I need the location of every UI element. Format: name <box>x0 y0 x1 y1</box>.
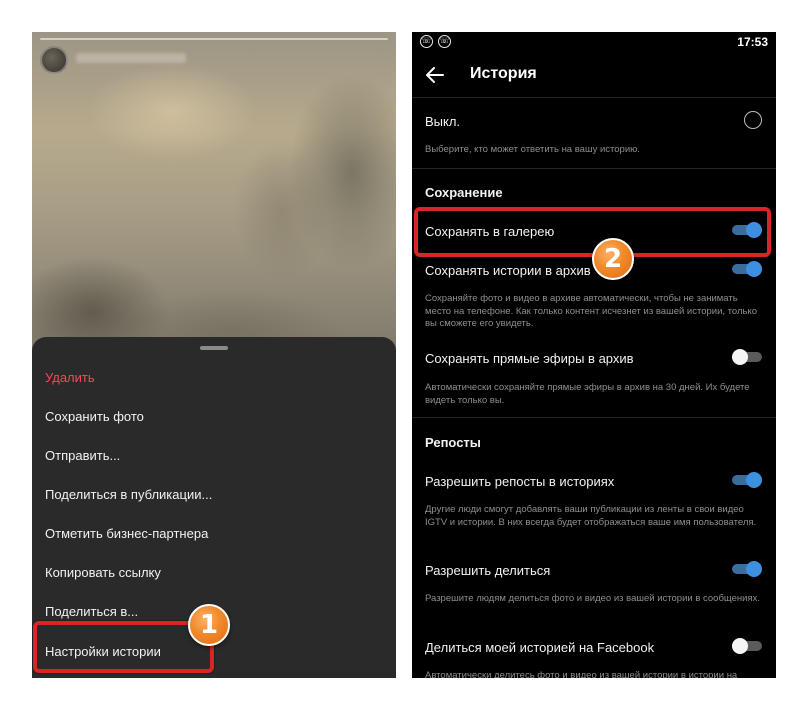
menu-item-delete[interactable]: Удалить <box>45 370 95 385</box>
divider <box>412 417 776 418</box>
section-title-reposts: Репосты <box>425 435 481 450</box>
viber-icon: ☏ <box>438 35 451 48</box>
reply-off-description: Выберите, кто может ответить на вашу ист… <box>425 144 640 155</box>
story-image <box>32 32 396 362</box>
divider <box>412 168 776 169</box>
save-live-description: Автоматически сохраняйте прямые эфиры в … <box>425 382 750 406</box>
menu-item-share-to[interactable]: Поделиться в... <box>45 604 138 619</box>
status-time: 17:53 <box>737 35 768 49</box>
avatar[interactable] <box>40 46 68 74</box>
story-progress-bar <box>40 38 388 40</box>
menu-item-send[interactable]: Отправить... <box>45 448 120 463</box>
allow-sharing-label[interactable]: Разрешить делиться <box>425 563 550 578</box>
viber-icon: ☏ <box>420 35 433 48</box>
save-to-archive-toggle[interactable] <box>732 261 762 277</box>
section-title-saving: Сохранение <box>425 185 503 200</box>
left-phone-screen: Удалить Сохранить фото Отправить... Поде… <box>32 32 396 678</box>
save-to-archive-label[interactable]: Сохранять истории в архив <box>425 263 591 278</box>
allow-sharing-description: Разрешите людям делиться фото и видео из… <box>425 593 760 604</box>
share-facebook-toggle[interactable] <box>732 638 762 654</box>
step-badge-1: 1 <box>188 604 230 646</box>
reply-off-radio[interactable] <box>744 111 762 129</box>
highlight-story-settings <box>33 621 214 673</box>
status-bar: ☏ ☏ 17:53 <box>412 32 776 52</box>
allow-reposts-toggle[interactable] <box>732 472 762 488</box>
back-arrow-icon[interactable] <box>424 64 446 86</box>
reply-off-label[interactable]: Выкл. <box>425 114 460 129</box>
save-live-toggle[interactable] <box>732 349 762 365</box>
allow-sharing-toggle[interactable] <box>732 561 762 577</box>
menu-item-share-to-post[interactable]: Поделиться в публикации... <box>45 487 212 502</box>
allow-reposts-description: Другие люди смогут добавлять ваши публик… <box>425 504 757 528</box>
menu-item-save-photo[interactable]: Сохранить фото <box>45 409 144 424</box>
page-title: История <box>470 65 537 82</box>
story-username-blurred <box>76 53 186 63</box>
share-facebook-label[interactable]: Делиться моей историей на Facebook <box>425 640 654 655</box>
save-live-label[interactable]: Сохранять прямые эфиры в архив <box>425 351 634 366</box>
app-header: История <box>412 52 776 98</box>
sheet-drag-handle[interactable] <box>200 346 228 350</box>
menu-item-tag-business-partner[interactable]: Отметить бизнес-партнера <box>45 526 208 541</box>
menu-item-copy-link[interactable]: Копировать ссылку <box>45 565 161 580</box>
step-badge-2: 2 <box>592 238 634 280</box>
save-to-archive-description: Сохраняйте фото и видео в архиве автомат… <box>425 293 758 329</box>
allow-reposts-label[interactable]: Разрешить репосты в историях <box>425 474 614 489</box>
highlight-save-to-gallery <box>414 207 771 257</box>
share-facebook-description: Автоматически делитесь фото и видео из в… <box>425 670 738 678</box>
right-phone-screen: ☏ ☏ 17:53 История Выкл. Выберите, кто мо… <box>412 32 776 678</box>
